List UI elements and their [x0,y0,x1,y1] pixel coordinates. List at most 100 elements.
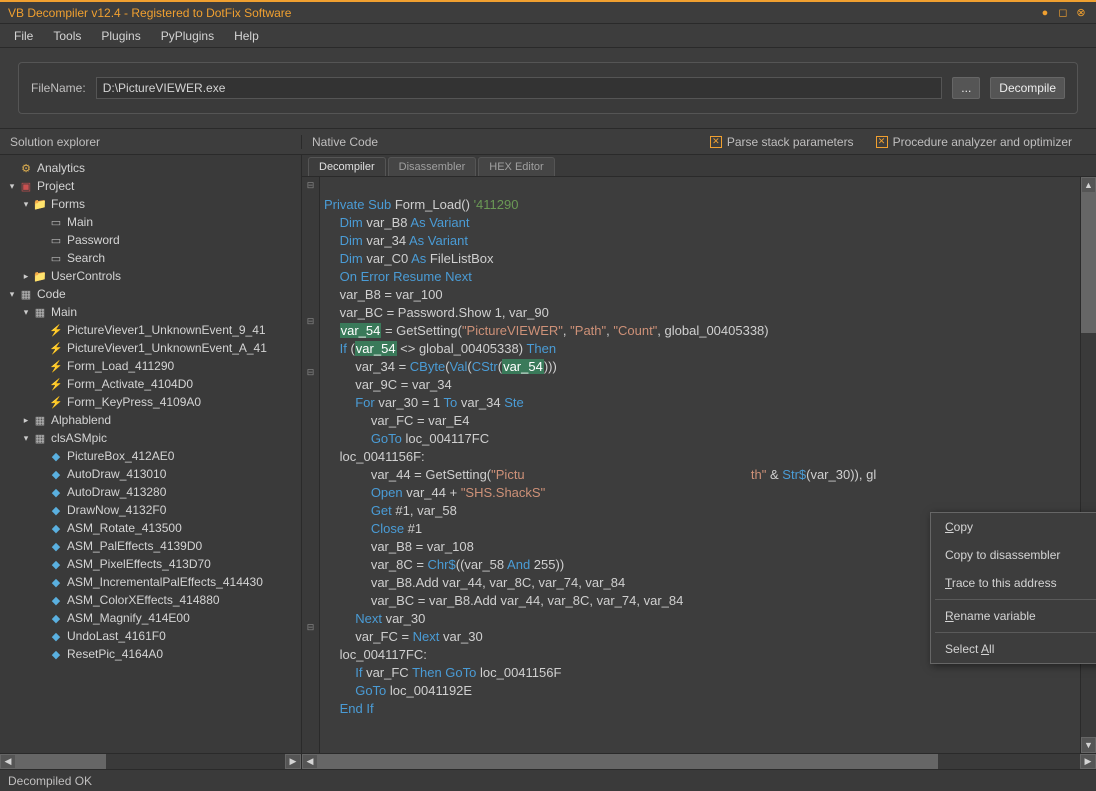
separator [935,599,1096,600]
filename-label: FileName: [31,81,86,95]
tree-item-label: ASM_PixelEffects_413D70 [67,557,211,571]
menu-help[interactable]: Help [224,25,269,47]
scroll-left-icon[interactable]: ◀ [0,754,16,769]
project-tree[interactable]: ⚙Analytics▾▣Project▾📁Forms▭Main▭Password… [0,155,301,753]
toolbar-row: FileName: ... Decompile [18,62,1078,114]
tree-toggle-icon[interactable]: ▾ [6,289,18,300]
folder-icon: 📁 [32,269,48,283]
code-view[interactable]: Private Sub Form_Load() '411290 Dim var_… [320,177,1080,753]
browse-button[interactable]: ... [952,77,980,99]
tree-item[interactable]: ◆ASM_PixelEffects_413D70 [2,555,299,573]
fold-gutter[interactable]: ⊟ ⊟ ⊟ ⊟ [302,177,320,753]
tree-item-label: Form_KeyPress_4109A0 [67,395,201,409]
sidebar-hscroll[interactable]: ◀ ▶ [0,753,301,769]
maximize-icon[interactable]: ◻ [1056,6,1070,20]
lightning-icon: ⚡ [48,395,64,409]
tree-toggle-icon[interactable]: ▸ [20,271,32,282]
ctx-copy-disassembler[interactable]: Copy to disassembler [931,541,1096,569]
tree-item[interactable]: ▸▦Alphablend [2,411,299,429]
tree-item[interactable]: ▾▦Main [2,303,299,321]
scroll-track[interactable] [318,754,1080,769]
menu-plugins[interactable]: Plugins [91,25,150,47]
tree-toggle-icon[interactable]: ▾ [20,433,32,444]
tree-item[interactable]: ▭Search [2,249,299,267]
scroll-thumb[interactable] [318,754,938,769]
menu-file[interactable]: File [4,25,43,47]
scroll-thumb[interactable] [16,754,106,769]
fold-icon[interactable]: ⊟ [302,364,319,381]
blue-icon: ◆ [48,485,64,499]
native-code-header: Native Code ✕Parse stack parameters ✕Pro… [302,135,1096,149]
lightning-icon: ⚡ [48,377,64,391]
fold-icon[interactable]: ⊟ [302,177,319,194]
chk-procedure-analyzer[interactable]: ✕Procedure analyzer and optimizer [876,135,1072,149]
scroll-track[interactable] [16,754,285,769]
tree-item[interactable]: ◆ASM_ColorXEffects_414880 [2,591,299,609]
tree-item[interactable]: ⚡PictureViever1_UnknownEvent_A_41 [2,339,299,357]
tree-item[interactable]: ▭Main [2,213,299,231]
tree-toggle-icon[interactable]: ▸ [20,415,32,426]
tree-item[interactable]: ◆ASM_Rotate_413500 [2,519,299,537]
tree-item[interactable]: ◆ASM_IncrementalPalEffects_414430 [2,573,299,591]
tree-toggle-icon[interactable]: ▾ [20,307,32,318]
tree-item[interactable]: ⚡Form_KeyPress_4109A0 [2,393,299,411]
tree-item-label: PictureViever1_UnknownEvent_9_41 [67,323,266,337]
toolbar: FileName: ... Decompile [0,48,1096,129]
tree-item[interactable]: ⚡Form_Activate_4104D0 [2,375,299,393]
editor-vscroll[interactable]: ▲ ▼ [1080,177,1096,753]
fold-icon[interactable]: ⊟ [302,313,319,330]
tree-item[interactable]: ◆UndoLast_4161F0 [2,627,299,645]
tree-item[interactable]: ◆DrawNow_4132F0 [2,501,299,519]
tab-hex-editor[interactable]: HEX Editor [478,157,554,176]
ctx-copy[interactable]: CopyCtrl+C [931,513,1096,541]
scroll-right-icon[interactable]: ▶ [285,754,301,769]
minimize-icon[interactable]: ● [1038,6,1052,20]
menu-pyplugins[interactable]: PyPlugins [151,25,224,47]
tree-item[interactable]: ▾▦Code [2,285,299,303]
blue-icon: ◆ [48,449,64,463]
tree-item[interactable]: ◆ASM_PalEffects_4139D0 [2,537,299,555]
tree-item[interactable]: ◆PictureBox_412AE0 [2,447,299,465]
scroll-thumb[interactable] [1081,193,1096,333]
tree-item[interactable]: ▭Password [2,231,299,249]
tree-item[interactable]: ▾📁Forms [2,195,299,213]
chk-parse-stack[interactable]: ✕Parse stack parameters [710,135,854,149]
tree-item[interactable]: ⚙Analytics [2,159,299,177]
editor-hscroll[interactable]: ◀ ▶ [302,753,1096,769]
close-icon[interactable]: ⊗ [1074,6,1088,20]
window-buttons: ● ◻ ⊗ [1038,6,1088,20]
tree-item-label: Analytics [37,161,85,175]
tree-item-label: Form_Activate_4104D0 [67,377,193,391]
editor-tabs: Decompiler Disassembler HEX Editor [302,155,1096,177]
ctx-rename-variable[interactable]: Rename variable [931,602,1096,630]
ctx-trace-address[interactable]: Trace to this address [931,569,1096,597]
scroll-up-icon[interactable]: ▲ [1081,177,1096,193]
scroll-left-icon[interactable]: ◀ [302,754,318,769]
tree-item[interactable]: ⚡Form_Load_411290 [2,357,299,375]
decompile-button[interactable]: Decompile [990,77,1065,99]
tree-item[interactable]: ◆AutoDraw_413010 [2,465,299,483]
tree-item-label: Project [37,179,74,193]
tree-toggle-icon[interactable]: ▾ [6,181,18,192]
tree-item[interactable]: ◆ASM_Magnify_414E00 [2,609,299,627]
blue-icon: ◆ [48,575,64,589]
fold-icon[interactable]: ⊟ [302,619,319,636]
tree-item[interactable]: ▾▣Project [2,177,299,195]
filename-input[interactable] [96,77,943,99]
tree-toggle-icon[interactable]: ▾ [20,199,32,210]
tree-item[interactable]: ▸📁UserControls [2,267,299,285]
tree-item-label: AutoDraw_413010 [67,467,166,481]
tree-item[interactable]: ◆AutoDraw_413280 [2,483,299,501]
menu-tools[interactable]: Tools [43,25,91,47]
status-text: Decompiled OK [8,774,92,788]
scroll-right-icon[interactable]: ▶ [1080,754,1096,769]
tab-disassembler[interactable]: Disassembler [388,157,477,176]
tree-item[interactable]: ◆ResetPic_4164A0 [2,645,299,663]
code-icon: ▦ [32,305,48,319]
scroll-down-icon[interactable]: ▼ [1081,737,1096,753]
tab-decompiler[interactable]: Decompiler [308,157,386,176]
tree-item[interactable]: ▾▦clsASMpic [2,429,299,447]
tree-item[interactable]: ⚡PictureViever1_UnknownEvent_9_41 [2,321,299,339]
ctx-select-all[interactable]: Select AllCtrl+A [931,635,1096,663]
tree-item-label: UserControls [51,269,121,283]
